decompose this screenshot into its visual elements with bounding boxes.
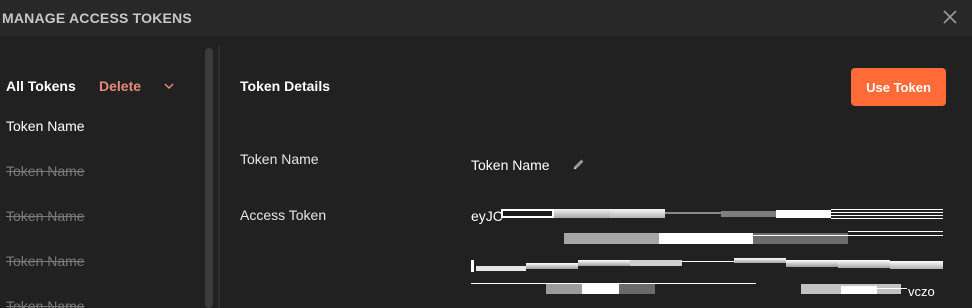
delete-button[interactable]: Delete bbox=[99, 78, 141, 94]
token-sidebar: All Tokens Delete Token Name Token Name … bbox=[0, 48, 206, 308]
access-token-label: Access Token bbox=[240, 207, 327, 223]
manage-access-tokens-modal: MANAGE ACCESS TOKENS All Tokens Delete T… bbox=[0, 0, 972, 308]
close-icon[interactable] bbox=[941, 8, 959, 26]
access-token-suffix: vczo bbox=[908, 284, 935, 299]
all-tokens-heading: All Tokens bbox=[6, 78, 76, 94]
token-name-label: Token Name bbox=[240, 151, 319, 167]
token-list-item[interactable]: Token Name bbox=[6, 208, 85, 224]
token-list-item[interactable]: Token Name bbox=[6, 118, 85, 134]
pencil-icon[interactable] bbox=[571, 157, 586, 172]
access-token-value-masked: eyJC vczo bbox=[471, 208, 943, 303]
sidebar-scrollbar[interactable] bbox=[205, 48, 213, 308]
use-token-button[interactable]: Use Token bbox=[851, 68, 946, 106]
token-list-item[interactable]: Token Name bbox=[6, 298, 85, 308]
token-details-title: Token Details bbox=[240, 78, 330, 94]
modal-header: MANAGE ACCESS TOKENS bbox=[0, 0, 972, 36]
chevron-down-icon[interactable] bbox=[163, 80, 175, 92]
access-token-prefix: eyJC bbox=[471, 208, 503, 224]
token-name-value: Token Name bbox=[471, 157, 550, 173]
modal-title: MANAGE ACCESS TOKENS bbox=[2, 10, 192, 26]
token-list-item[interactable]: Token Name bbox=[6, 163, 85, 179]
token-list-item[interactable]: Token Name bbox=[6, 253, 85, 269]
token-details-panel: Token Details Use Token Token Name Token… bbox=[220, 48, 972, 308]
